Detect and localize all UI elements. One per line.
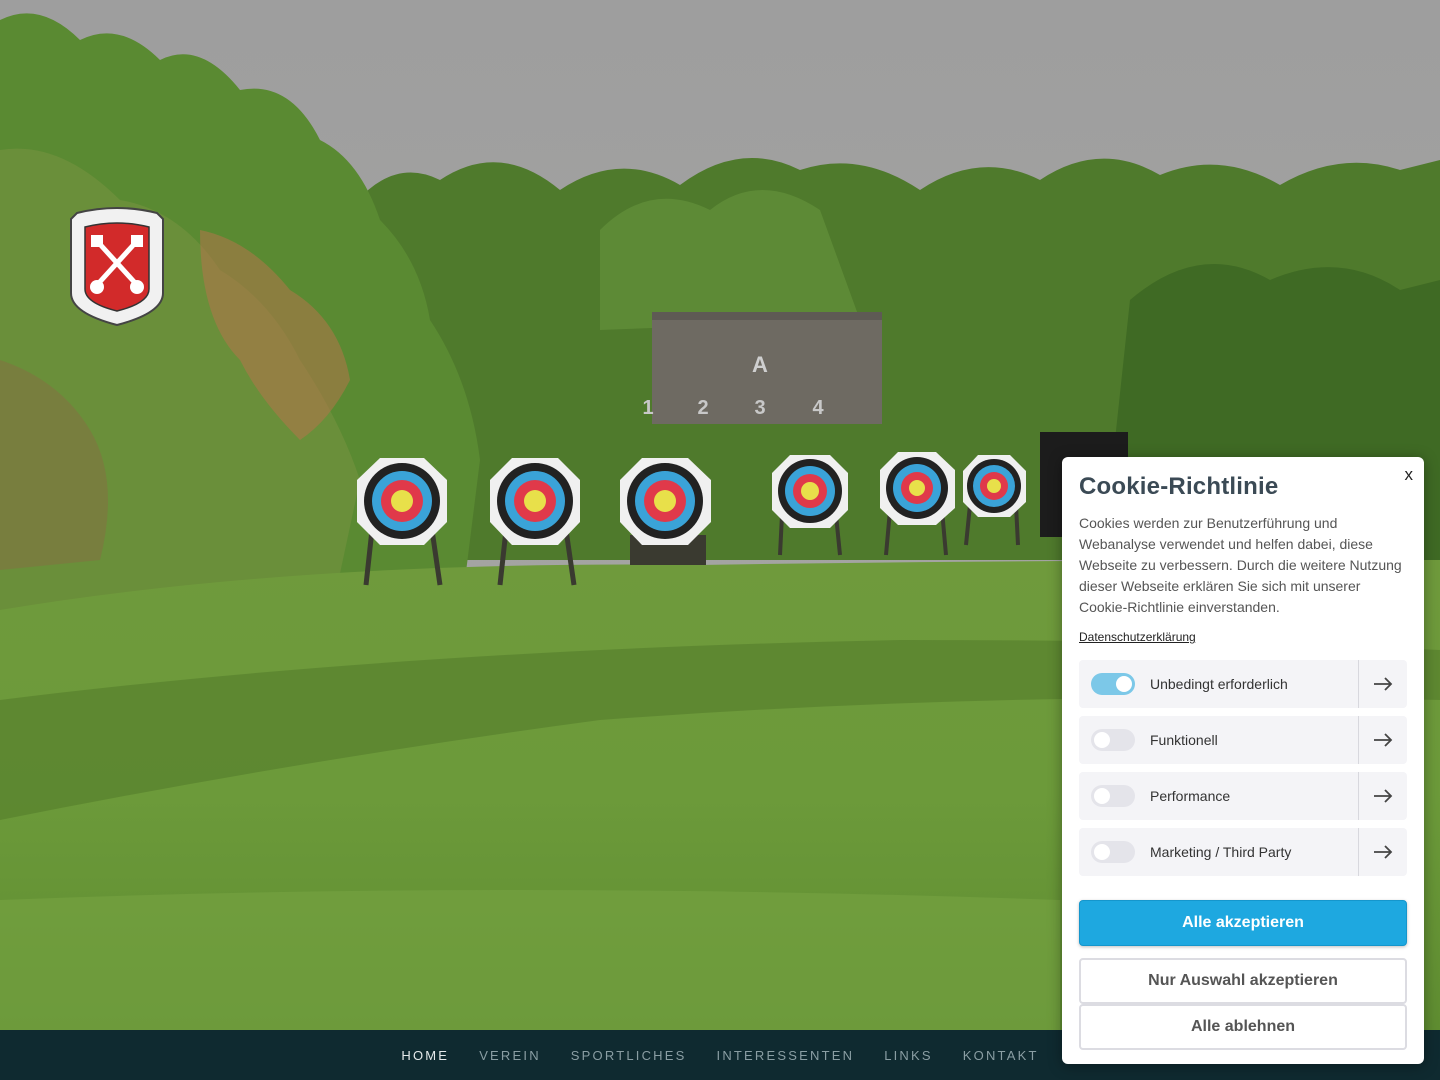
cookie-category-performance: Performance <box>1079 772 1407 820</box>
category-label: Marketing / Third Party <box>1150 844 1292 860</box>
toggle-knob <box>1094 788 1110 804</box>
category-label: Funktionell <box>1150 732 1218 748</box>
arrow-right-icon <box>1374 733 1393 747</box>
reject-all-button[interactable]: Alle ablehnen <box>1079 1004 1407 1050</box>
toggle-performance[interactable] <box>1091 785 1135 807</box>
cookie-description: Cookies werden zur Benutzerführung und W… <box>1079 515 1402 615</box>
nav-item-home[interactable]: HOME <box>386 1048 464 1063</box>
nav-list: HOME VEREIN SPORTLICHES INTERESSENTEN LI… <box>386 1048 1053 1063</box>
category-label: Performance <box>1150 788 1231 804</box>
expand-necessary-button[interactable] <box>1358 660 1407 708</box>
range-label-2: 2 <box>697 397 708 419</box>
cookie-category-necessary: Unbedingt erforderlich <box>1079 660 1407 708</box>
nav-item-links[interactable]: LINKS <box>869 1048 948 1063</box>
cookie-category-functional: Funktionell <box>1079 716 1407 764</box>
nav-item-interessenten[interactable]: INTERESSENTEN <box>702 1048 870 1063</box>
cookie-categories: Unbedingt erforderlich Funktionell Perfo… <box>1079 660 1407 876</box>
expand-functional-button[interactable] <box>1358 716 1407 764</box>
range-label-a: A <box>752 352 768 377</box>
coat-of-arms-keys-icon <box>70 207 164 327</box>
toggle-marketing[interactable] <box>1091 841 1135 863</box>
toggle-necessary[interactable] <box>1091 673 1135 695</box>
arrow-right-icon <box>1374 677 1393 691</box>
cookie-category-marketing: Marketing / Third Party <box>1079 828 1407 876</box>
accept-selection-button[interactable]: Nur Auswahl akzeptieren <box>1079 958 1407 1004</box>
close-button[interactable]: x <box>1405 465 1414 485</box>
arrow-right-icon <box>1374 789 1393 803</box>
range-label-4: 4 <box>812 397 824 419</box>
toggle-knob <box>1116 676 1132 692</box>
site-logo[interactable] <box>67 205 167 327</box>
nav-item-verein[interactable]: VEREIN <box>464 1048 556 1063</box>
toggle-knob <box>1094 732 1110 748</box>
target-3 <box>620 458 711 565</box>
accept-all-button[interactable]: Alle akzeptieren <box>1079 900 1407 946</box>
toggle-functional[interactable] <box>1091 729 1135 751</box>
cookie-dialog: x Cookie-Richtlinie Cookies werden zur B… <box>1062 457 1424 1064</box>
expand-performance-button[interactable] <box>1358 772 1407 820</box>
range-label-1: 1 <box>642 397 653 419</box>
arrow-right-icon <box>1374 845 1393 859</box>
category-label: Unbedingt erforderlich <box>1150 676 1288 692</box>
expand-marketing-button[interactable] <box>1358 828 1407 876</box>
range-label-3: 3 <box>754 397 765 419</box>
nav-item-sportliches[interactable]: SPORTLICHES <box>556 1048 702 1063</box>
cookie-title: Cookie-Richtlinie <box>1079 473 1279 500</box>
privacy-policy-link[interactable]: Datenschutzerklärung <box>1079 630 1196 644</box>
toggle-knob <box>1094 844 1110 860</box>
nav-item-kontakt[interactable]: KONTAKT <box>948 1048 1054 1063</box>
